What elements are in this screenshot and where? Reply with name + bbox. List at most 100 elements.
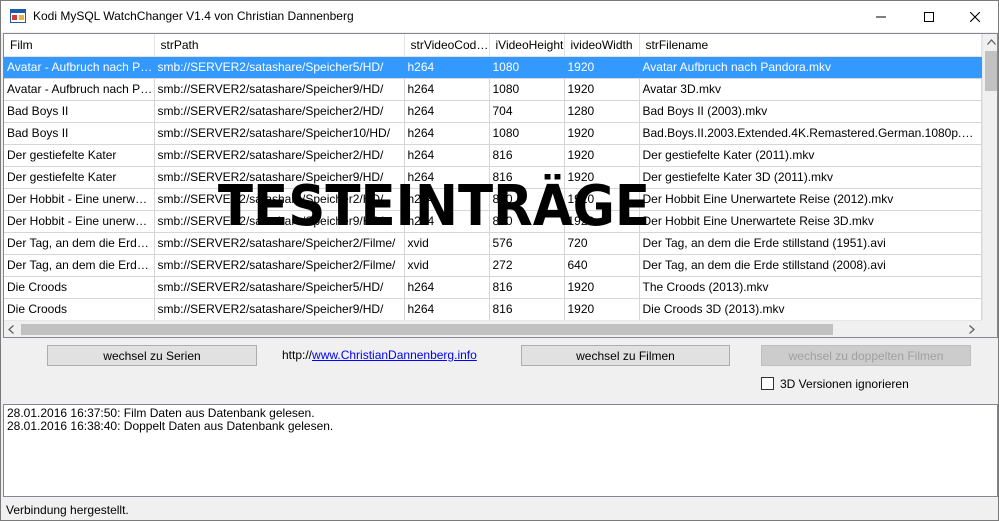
cell-strfilename[interactable]: The Croods (2013).mkv <box>639 276 982 299</box>
cell-strvideocodec[interactable]: h264 <box>404 122 490 145</box>
cell-strpath[interactable]: smb://SERVER2/satashare/Speicher5/HD/ <box>154 56 405 79</box>
cell-film[interactable]: Bad Boys II <box>4 122 155 145</box>
cell-ivideowidth[interactable]: 720 <box>564 232 640 255</box>
website-link[interactable]: www.ChristianDannenberg.info <box>312 348 477 362</box>
cell-ivideowidth[interactable]: 1920 <box>564 298 640 321</box>
column-header-strfilename[interactable]: strFilename <box>639 34 982 57</box>
vertical-scroll-thumb[interactable] <box>985 51 997 91</box>
cell-ivideoheight[interactable]: 704 <box>489 100 565 123</box>
cell-film[interactable]: Der gestiefelte Kater <box>4 144 155 167</box>
cell-ivideoheight[interactable]: 272 <box>489 254 565 277</box>
cell-ivideoheight[interactable]: 576 <box>489 232 565 255</box>
cell-strfilename[interactable]: Die Croods 3D (2013).mkv <box>639 298 982 321</box>
cell-ivideoheight[interactable]: 1080 <box>489 56 565 79</box>
maximize-button[interactable] <box>906 1 952 32</box>
cell-ivideowidth[interactable]: 1920 <box>564 144 640 167</box>
cell-strfilename[interactable]: Avatar Aufbruch nach Pandora.mkv <box>639 56 982 79</box>
cell-strfilename[interactable]: Avatar 3D.mkv <box>639 78 982 101</box>
cell-film[interactable]: Bad Boys II <box>4 100 155 123</box>
cell-ivideowidth[interactable]: 1920 <box>564 188 640 211</box>
cell-film[interactable]: Der Hobbit - Eine unerwarte... <box>4 210 155 233</box>
column-header-film[interactable]: Film <box>4 34 155 57</box>
column-header-strvideocodec[interactable]: strVideoCodec <box>404 34 490 57</box>
cell-ivideowidth[interactable]: 1920 <box>564 276 640 299</box>
cell-strfilename[interactable]: Der gestiefelte Kater 3D (2011).mkv <box>639 166 982 189</box>
cell-strvideocodec[interactable]: h264 <box>404 166 490 189</box>
cell-ivideoheight[interactable]: 1080 <box>489 122 565 145</box>
cell-strvideocodec[interactable]: h264 <box>404 276 490 299</box>
cell-ivideowidth[interactable]: 1920 <box>564 210 640 233</box>
cell-ivideoheight[interactable]: 800 <box>489 188 565 211</box>
cell-ivideowidth[interactable]: 1920 <box>564 56 640 79</box>
table-row[interactable]: Der gestiefelte Kater smb://SERVER2/satas… <box>4 144 982 167</box>
cell-strvideocodec[interactable]: h264 <box>404 210 490 233</box>
cell-strpath[interactable]: smb://SERVER2/satashare/Speicher2/Filme/ <box>154 254 405 277</box>
movie-data-grid[interactable]: Film strPath strVideoCodec iVideoHeight … <box>3 33 998 338</box>
cell-strpath[interactable]: smb://SERVER2/satashare/Speicher2/HD/ <box>154 188 405 211</box>
column-header-ivideowidth[interactable]: ivideoWidth <box>564 34 640 57</box>
cell-strpath[interactable]: smb://SERVER2/satashare/Speicher2/Filme/ <box>154 232 405 255</box>
scroll-left-icon[interactable] <box>8 325 14 334</box>
cell-film[interactable]: Die Croods <box>4 298 155 321</box>
cell-strfilename[interactable]: Der gestiefelte Kater (2011).mkv <box>639 144 982 167</box>
table-row[interactable]: Bad Boys II smb://SERVER2/satashare/Speic… <box>4 122 982 145</box>
close-button[interactable] <box>952 1 998 32</box>
title-bar[interactable]: Kodi MySQL WatchChanger V1.4 von Christi… <box>1 1 998 32</box>
switch-to-duplicates-button[interactable]: wechsel zu doppelten Filmen <box>761 345 971 366</box>
cell-strvideocodec[interactable]: xvid <box>404 232 490 255</box>
cell-ivideowidth[interactable]: 1280 <box>564 100 640 123</box>
cell-film[interactable]: Avatar - Aufbruch nach Pan... <box>4 56 155 79</box>
cell-ivideoheight[interactable]: 816 <box>489 166 565 189</box>
column-header-strpath[interactable]: strPath <box>154 34 405 57</box>
cell-ivideowidth[interactable]: 1920 <box>564 166 640 189</box>
switch-to-films-button[interactable]: wechsel zu Filmen <box>521 345 730 366</box>
cell-strfilename[interactable]: Der Tag, an dem die Erde stillstand (200… <box>639 254 982 277</box>
ignore-3d-checkbox[interactable] <box>761 377 774 390</box>
cell-strvideocodec[interactable]: h264 <box>404 188 490 211</box>
cell-strfilename[interactable]: Der Tag, an dem die Erde stillstand (195… <box>639 232 982 255</box>
table-row[interactable]: Avatar - Aufbruch nach Pan... smb://SERVE… <box>4 78 982 101</box>
cell-ivideowidth[interactable]: 1920 <box>564 78 640 101</box>
minimize-button[interactable] <box>858 1 904 32</box>
cell-strpath[interactable]: smb://SERVER2/satashare/Speicher9/HD/ <box>154 78 405 101</box>
cell-strvideocodec[interactable]: h264 <box>404 144 490 167</box>
cell-strpath[interactable]: smb://SERVER2/satashare/Speicher9/HD/ <box>154 298 405 321</box>
cell-strvideocodec[interactable]: xvid <box>404 254 490 277</box>
horizontal-scroll-thumb[interactable] <box>21 324 833 335</box>
cell-strpath[interactable]: smb://SERVER2/satashare/Speicher2/HD/ <box>154 144 405 167</box>
cell-ivideoheight[interactable]: 816 <box>489 144 565 167</box>
table-row[interactable]: Der Hobbit - Eine unerwarte... smb://SERV… <box>4 210 982 233</box>
vertical-scrollbar[interactable] <box>982 34 997 320</box>
scroll-right-icon[interactable] <box>969 325 975 334</box>
table-row[interactable]: Die Croods smb://SERVER2/satashare/Speich… <box>4 276 982 299</box>
cell-film[interactable]: Die Croods <box>4 276 155 299</box>
horizontal-scrollbar[interactable] <box>4 320 982 337</box>
cell-strpath[interactable]: smb://SERVER2/satashare/Speicher9/HD/ <box>154 210 405 233</box>
cell-strfilename[interactable]: Der Hobbit Eine Unerwartete Reise (2012)… <box>639 188 982 211</box>
cell-strvideocodec[interactable]: h264 <box>404 100 490 123</box>
cell-film[interactable]: Avatar - Aufbruch nach Pan... <box>4 78 155 101</box>
switch-to-series-button[interactable]: wechsel zu Serien <box>47 345 257 366</box>
table-row[interactable]: Der gestiefelte Kater smb://SERVER2/satas… <box>4 166 982 189</box>
table-row[interactable]: Bad Boys II smb://SERVER2/satashare/Speic… <box>4 100 982 123</box>
log-textbox[interactable]: 28.01.2016 16:37:50: Film Daten aus Date… <box>3 404 998 497</box>
table-row[interactable]: Die Croods smb://SERVER2/satashare/Speich… <box>4 298 982 321</box>
cell-strfilename[interactable]: Bad Boys II (2003).mkv <box>639 100 982 123</box>
cell-strvideocodec[interactable]: h264 <box>404 78 490 101</box>
table-row[interactable]: Der Tag, an dem die Erde st... smb://SERV… <box>4 232 982 255</box>
cell-strpath[interactable]: smb://SERVER2/satashare/Speicher5/HD/ <box>154 276 405 299</box>
cell-strfilename[interactable]: Bad.Boys.II.2003.Extended.4K.Remastered.… <box>639 122 982 145</box>
cell-strfilename[interactable]: Der Hobbit Eine Unerwartete Reise 3D.mkv <box>639 210 982 233</box>
cell-strvideocodec[interactable]: h264 <box>404 298 490 321</box>
cell-film[interactable]: Der gestiefelte Kater <box>4 166 155 189</box>
cell-ivideoheight[interactable]: 1080 <box>489 78 565 101</box>
column-header-ivideoheight[interactable]: iVideoHeight <box>489 34 565 57</box>
table-row[interactable]: Der Hobbit - Eine unerwarte... smb://SERV… <box>4 188 982 211</box>
cell-film[interactable]: Der Tag, an dem die Erde st... <box>4 232 155 255</box>
table-row[interactable]: Avatar - Aufbruch nach Pan... smb://SERVE… <box>4 56 982 79</box>
cell-ivideowidth[interactable]: 640 <box>564 254 640 277</box>
cell-film[interactable]: Der Tag, an dem die Erde st... <box>4 254 155 277</box>
scroll-up-icon[interactable] <box>987 39 996 45</box>
cell-ivideoheight[interactable]: 816 <box>489 276 565 299</box>
table-row[interactable]: Der Tag, an dem die Erde st... smb://SERV… <box>4 254 982 277</box>
